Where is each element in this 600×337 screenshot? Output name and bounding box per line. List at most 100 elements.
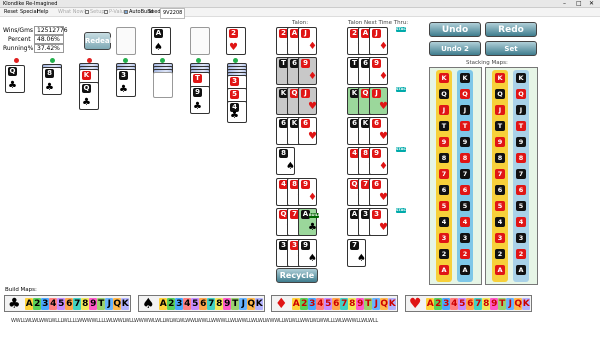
card-rank: 6: [372, 180, 381, 189]
build-rank: A: [292, 298, 300, 310]
build-rank: 3: [308, 298, 316, 310]
card-rank: J: [301, 89, 310, 98]
seed-input[interactable]: 9V2208: [160, 8, 186, 19]
stacking-map-cell: Q: [439, 89, 449, 99]
stack-tag: STACK: [396, 87, 409, 92]
tableau-card[interactable]: 4 ♣: [227, 101, 247, 123]
stacking-map-cell: 6: [460, 185, 470, 195]
build-rank: 9: [356, 298, 364, 310]
build-rank: 2: [300, 298, 308, 310]
wins-label: Wins/Gms: [3, 27, 34, 34]
stacking-map-cell: A: [516, 265, 526, 275]
checkbox-icon: [104, 9, 108, 14]
recycle-button[interactable]: Recycle: [276, 268, 318, 283]
tableau-card[interactable]: [153, 72, 173, 98]
title-bar: Klondike Re-Imagined – □ ✕: [0, 0, 600, 8]
build-rank: K: [255, 298, 263, 310]
heart-icon: ♥: [379, 101, 388, 112]
stacking-map-cell: Q: [495, 89, 505, 99]
talon-card[interactable]: 8 ♠: [276, 147, 295, 175]
redo-button[interactable]: Redo: [485, 22, 537, 37]
card-rank: J: [372, 89, 381, 98]
stacking-map-cell: 4: [495, 217, 505, 227]
card-rank: 3: [372, 210, 381, 219]
maximize-icon[interactable]: □: [576, 0, 582, 8]
stacking-map-cell: 6: [439, 185, 449, 195]
checkbox-checked-icon: [124, 9, 128, 14]
stacking-map-cell: 3: [516, 233, 526, 243]
menu-help[interactable]: Help: [37, 8, 48, 17]
running-label: Running%: [3, 45, 34, 52]
build-rank: Q: [380, 298, 388, 310]
tableau-card[interactable]: 8 ♣: [42, 67, 62, 95]
build-rank: T: [498, 298, 506, 310]
talon-card[interactable]: 9 ♦: [298, 178, 317, 206]
undo-button[interactable]: Undo: [429, 22, 481, 37]
close-icon[interactable]: ✕: [589, 0, 594, 8]
build-rank: 3: [442, 298, 450, 310]
talon-card[interactable]: J ♦: [298, 27, 317, 55]
club-icon: ♣: [308, 222, 317, 233]
tableau-card[interactable]: Q ♣: [79, 82, 99, 110]
talon-card[interactable]: 6 ♥: [298, 117, 317, 145]
talon-card[interactable]: 3♥: [369, 208, 388, 236]
minimize-icon[interactable]: –: [563, 0, 566, 8]
talon-card[interactable]: J ♥: [298, 87, 317, 115]
foundation-card[interactable]: A ♠: [151, 27, 171, 55]
stacking-map-cell: T: [516, 121, 526, 131]
card-rank: 6: [372, 119, 381, 128]
tableau-card[interactable]: 3 ♣: [116, 69, 136, 97]
diamond-icon: ♦: [379, 161, 388, 172]
stacking-map-cell: 8: [460, 153, 470, 163]
talon-card[interactable]: J ♥: [369, 87, 388, 115]
set-checkpoint-button[interactable]: Set Checkpoint: [485, 41, 537, 67]
talon-card[interactable]: 7 ♠: [347, 239, 366, 267]
tableau-card[interactable]: Q ♣: [5, 65, 25, 93]
menu-special[interactable]: Special: [20, 8, 38, 17]
card-rank: 3: [119, 71, 128, 80]
stacking-map-cell: A: [495, 265, 505, 275]
undo-moves-button[interactable]: Undo 2 Moves: [429, 41, 481, 67]
build-rank: 6: [466, 298, 474, 310]
setup-checkbox[interactable]: Setup: [85, 8, 105, 17]
talon-card[interactable]: 6 ♥: [369, 178, 388, 206]
menu-reset[interactable]: Reset: [4, 8, 18, 17]
talon-card[interactable]: 9 ♦: [369, 147, 388, 175]
foundation-card[interactable]: 2 ♥: [226, 27, 246, 55]
talon-card[interactable]: 9 ♦: [369, 57, 388, 85]
card-rank: 8: [279, 149, 288, 158]
club-icon: ♣: [45, 82, 54, 93]
talon-card[interactable]: J ♦: [369, 27, 388, 55]
stacking-map-cell: J: [460, 105, 470, 115]
foundation-slot-empty[interactable]: [190, 27, 210, 55]
tableau-card[interactable]: 9 ♣: [190, 86, 210, 114]
diamond-icon: ♦: [308, 192, 317, 203]
build-rank: A: [159, 298, 167, 310]
club-icon: ♣: [82, 97, 91, 108]
diamond-icon: ♦: [379, 41, 388, 52]
stacking-map-cell: 2: [439, 249, 449, 259]
build-rank: 5: [458, 298, 466, 310]
build-maps-label: Build Maps:: [5, 287, 37, 293]
card-rank: 9: [301, 59, 310, 68]
redeal-button[interactable]: Redeal: [84, 32, 112, 50]
talon-card[interactable]: 9 ♠: [298, 239, 317, 267]
build-rank: 6: [199, 298, 207, 310]
talon-label: Talon:: [292, 20, 309, 26]
talon-card[interactable]: 9 ♦: [298, 57, 317, 85]
stacking-map-cell: J: [516, 105, 526, 115]
talon-card[interactable]: 6 ♥: [369, 117, 388, 145]
stacking-map-cell: 5: [495, 201, 505, 211]
build-rank: 4: [450, 298, 458, 310]
card-rank: 9: [301, 180, 310, 189]
spade-icon: ♠: [286, 161, 295, 172]
diamond-icon: ♦: [379, 71, 388, 82]
stacking-map-cell: K: [439, 73, 449, 83]
menu-what-now[interactable]: What Now?: [58, 8, 86, 17]
stacking-map-cell: 3: [439, 233, 449, 243]
build-rank: 8: [215, 298, 223, 310]
status-dot-red: [14, 58, 19, 63]
stack-tag: STACK: [396, 208, 409, 213]
foundation-slot-empty[interactable]: [116, 27, 136, 55]
heart-icon: ♥: [379, 222, 388, 233]
